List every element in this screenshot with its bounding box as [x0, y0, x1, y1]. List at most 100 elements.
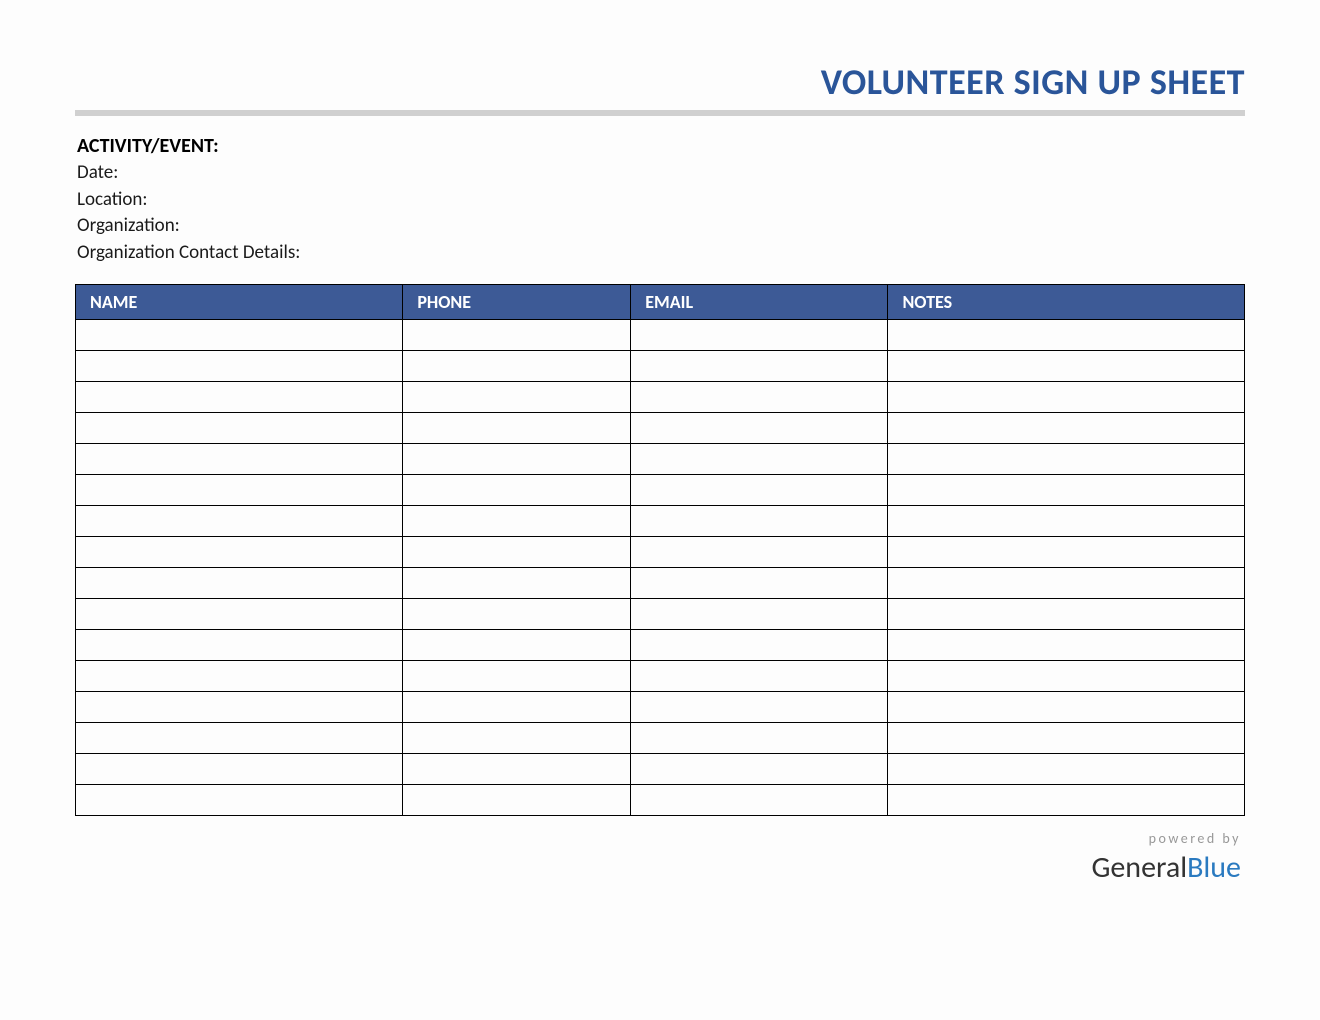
table-cell — [403, 444, 631, 475]
table-cell — [631, 444, 888, 475]
table-row — [76, 475, 1245, 506]
table-cell — [403, 537, 631, 568]
table-cell — [888, 599, 1245, 630]
table-cell — [631, 754, 888, 785]
table-cell — [888, 723, 1245, 754]
table-cell — [631, 630, 888, 661]
table-cell — [403, 754, 631, 785]
date-label: Date: — [77, 160, 1245, 187]
contact-details-label: Organization Contact Details: — [77, 240, 1245, 267]
table-cell — [403, 382, 631, 413]
table-cell — [403, 723, 631, 754]
table-cell — [403, 320, 631, 351]
table-row — [76, 692, 1245, 723]
table-row — [76, 320, 1245, 351]
table-cell — [631, 382, 888, 413]
table-cell — [631, 785, 888, 816]
document-footer: powered by GeneralBlue — [75, 830, 1245, 886]
table-cell — [888, 630, 1245, 661]
table-row — [76, 723, 1245, 754]
location-label: Location: — [77, 187, 1245, 214]
table-row — [76, 599, 1245, 630]
table-cell — [76, 382, 403, 413]
table-cell — [76, 320, 403, 351]
column-header-name: NAME — [76, 285, 403, 320]
table-cell — [76, 568, 403, 599]
document-header: VOLUNTEER SIGN UP SHEET — [75, 60, 1245, 104]
header-divider — [75, 110, 1245, 116]
table-row — [76, 568, 1245, 599]
table-cell — [403, 692, 631, 723]
table-cell — [888, 382, 1245, 413]
table-cell — [631, 413, 888, 444]
table-cell — [631, 506, 888, 537]
table-cell — [888, 568, 1245, 599]
table-cell — [76, 723, 403, 754]
table-cell — [76, 475, 403, 506]
brand-logo: GeneralBlue — [75, 849, 1241, 886]
table-cell — [76, 785, 403, 816]
brand-part-blue: Blue — [1187, 849, 1241, 886]
table-cell — [76, 692, 403, 723]
table-cell — [76, 630, 403, 661]
column-header-email: EMAIL — [631, 285, 888, 320]
table-cell — [631, 661, 888, 692]
table-cell — [631, 568, 888, 599]
table-cell — [631, 320, 888, 351]
column-header-phone: PHONE — [403, 285, 631, 320]
table-cell — [888, 413, 1245, 444]
table-cell — [631, 537, 888, 568]
table-cell — [76, 537, 403, 568]
table-row — [76, 413, 1245, 444]
table-cell — [403, 506, 631, 537]
table-cell — [888, 785, 1245, 816]
table-cell — [631, 475, 888, 506]
table-row — [76, 661, 1245, 692]
activity-event-label: ACTIVITY/EVENT: — [77, 134, 1245, 158]
table-header-row: NAME PHONE EMAIL NOTES — [76, 285, 1245, 320]
table-row — [76, 754, 1245, 785]
table-cell — [76, 754, 403, 785]
table-cell — [888, 320, 1245, 351]
table-row — [76, 537, 1245, 568]
table-cell — [76, 413, 403, 444]
table-cell — [631, 692, 888, 723]
table-cell — [76, 444, 403, 475]
page-title: VOLUNTEER SIGN UP SHEET — [75, 60, 1245, 104]
table-row — [76, 785, 1245, 816]
table-cell — [76, 351, 403, 382]
table-cell — [631, 723, 888, 754]
table-row — [76, 351, 1245, 382]
table-cell — [403, 475, 631, 506]
table-row — [76, 506, 1245, 537]
table-cell — [76, 599, 403, 630]
table-body — [76, 320, 1245, 816]
table-row — [76, 630, 1245, 661]
organization-label: Organization: — [77, 213, 1245, 240]
table-cell — [888, 506, 1245, 537]
table-row — [76, 382, 1245, 413]
table-cell — [403, 785, 631, 816]
table-cell — [403, 661, 631, 692]
signup-table: NAME PHONE EMAIL NOTES — [75, 284, 1245, 816]
table-cell — [403, 351, 631, 382]
column-header-notes: NOTES — [888, 285, 1245, 320]
table-cell — [888, 661, 1245, 692]
table-cell — [888, 537, 1245, 568]
brand-part-general: General — [1091, 849, 1187, 886]
table-cell — [888, 351, 1245, 382]
table-cell — [403, 568, 631, 599]
table-row — [76, 444, 1245, 475]
table-cell — [888, 754, 1245, 785]
table-cell — [403, 599, 631, 630]
table-cell — [888, 444, 1245, 475]
table-cell — [403, 413, 631, 444]
table-cell — [631, 351, 888, 382]
event-info-section: ACTIVITY/EVENT: Date: Location: Organiza… — [75, 134, 1245, 266]
table-cell — [888, 475, 1245, 506]
table-cell — [403, 630, 631, 661]
table-cell — [631, 599, 888, 630]
table-cell — [76, 506, 403, 537]
table-cell — [888, 692, 1245, 723]
powered-by-text: powered by — [75, 830, 1241, 847]
